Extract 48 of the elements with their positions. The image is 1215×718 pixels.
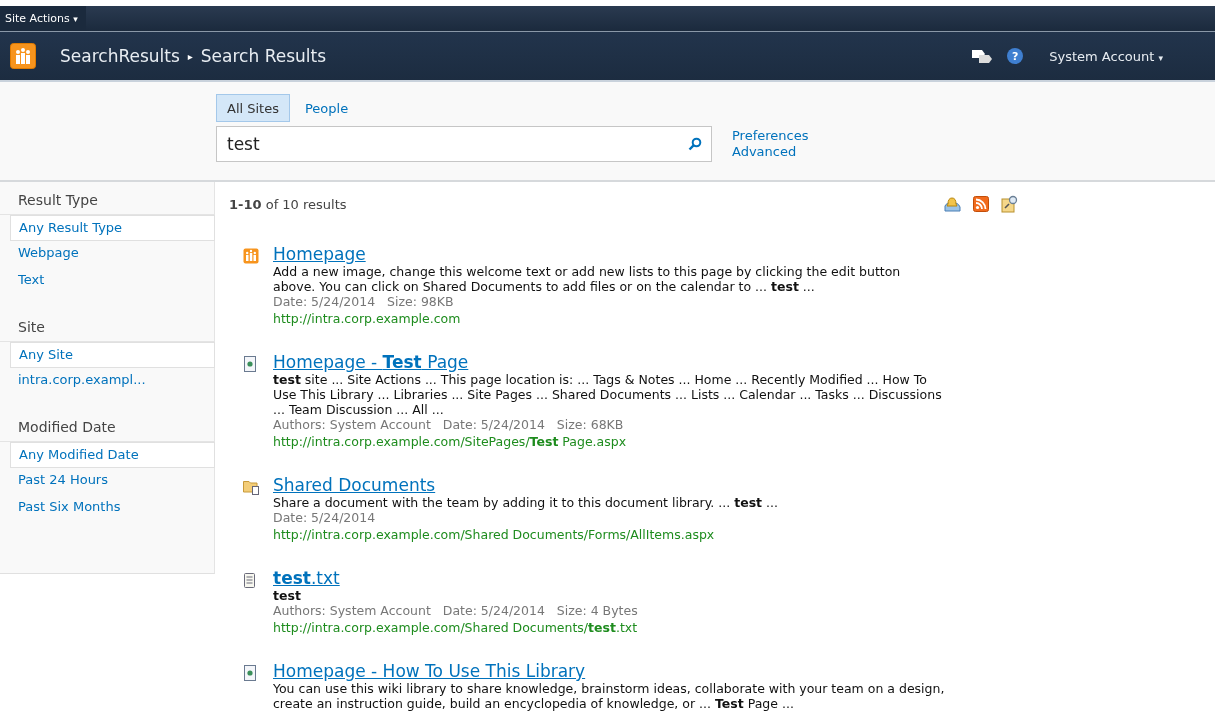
refiner-item[interactable]: Past Six Months <box>0 495 214 522</box>
site-icon <box>243 248 259 264</box>
alert-bell-icon[interactable] <box>943 196 961 212</box>
scope-tab[interactable]: People <box>294 94 360 122</box>
result-snippet: You can use this wiki library to share knowledge, brainstorm ideas, collaborate with your team on a design, create an instruction guide, build an encyclopedia of knowledge, or ... Test Page ... <box>273 681 945 711</box>
breadcrumb-separator: ▸ <box>187 50 193 62</box>
result-snippet: Share a document with the team by adding it to this document library. ... test ... <box>273 495 779 510</box>
result-title-link[interactable]: Homepage - Test Page <box>273 352 469 372</box>
result-title-link[interactable]: Shared Documents <box>273 475 436 495</box>
refiner-item[interactable]: Any Site <box>10 342 215 368</box>
search-option-link[interactable]: Preferences <box>732 128 809 144</box>
rss-icon[interactable] <box>973 196 989 212</box>
result-snippet: test <box>273 588 302 603</box>
refiner-item[interactable]: Any Result Type <box>10 215 215 241</box>
refiner-item[interactable]: intra.corp.exampl... <box>0 368 214 395</box>
search-field[interactable]: test <box>216 126 712 162</box>
result-url: http://intra.corp.example.com/Shared Documents/test.txt <box>273 619 639 637</box>
refiner-item[interactable]: Webpage <box>0 241 214 268</box>
result-title-link[interactable]: Homepage <box>273 244 366 264</box>
search-icon[interactable] <box>688 137 702 151</box>
result-title-link[interactable]: Homepage - How To Use This Library <box>273 661 586 681</box>
result-url: http://intra.corp.example.com/Shared Documents/Forms/AllItems.aspx <box>273 526 716 544</box>
result-count: 1-10 of 10 results <box>229 196 347 212</box>
result-metadata: Authors: System Account Date: 5/24/2014 Size: 4 Bytes <box>273 603 639 619</box>
search-document-icon[interactable] <box>1001 195 1019 213</box>
refiner-item[interactable]: Text <box>0 268 214 295</box>
folder-document-icon <box>243 479 261 496</box>
result-url: http://intra.corp.example.com <box>273 310 462 328</box>
refiner-item[interactable]: Any Modified Date <box>10 442 215 468</box>
user-menu[interactable]: System Account ▾ <box>1043 47 1169 65</box>
refiner-item[interactable]: Past 24 Hours <box>0 468 214 495</box>
page-icon <box>243 356 257 372</box>
result-snippet: Add a new image, change this welcome text or add new lists to this page by clicking the edit button above. You can click on Shared Documents to add files or on the calendar to ... test ... <box>273 264 902 294</box>
result-title-link[interactable]: test.txt <box>273 568 340 588</box>
result-metadata: Date: 5/24/2014 Size: 98KB <box>273 294 455 310</box>
search-option-link[interactable]: Advanced <box>732 144 809 160</box>
breadcrumb-link[interactable]: Search Results <box>200 46 327 66</box>
breadcrumb-link[interactable]: SearchResults <box>60 46 180 66</box>
result-snippet: test site ... Site Actions ... This page location is: ... Tags & Notes ... Home ... Recently Modified ... How To Use This Library ... Libraries ... Site Pages ... Shared Documents ... Lists ... Calendar ... Tasks ... Discussions ... Team Discussion ... All ... <box>273 372 943 417</box>
scope-tab[interactable]: All Sites <box>216 94 290 122</box>
result-metadata: Date: 5/24/2014 <box>273 510 377 526</box>
page-icon <box>243 665 257 681</box>
tags-notes-icon[interactable] <box>971 47 994 65</box>
site-logo-icon <box>10 43 36 69</box>
result-metadata: Authors: System Account Date: 5/24/2014 Size: 68KB <box>273 417 625 433</box>
result-url: http://intra.corp.example.com/SitePages/Test Page.aspx <box>273 433 628 451</box>
help-icon[interactable]: ? <box>1007 48 1024 64</box>
text-file-icon <box>243 572 256 589</box>
